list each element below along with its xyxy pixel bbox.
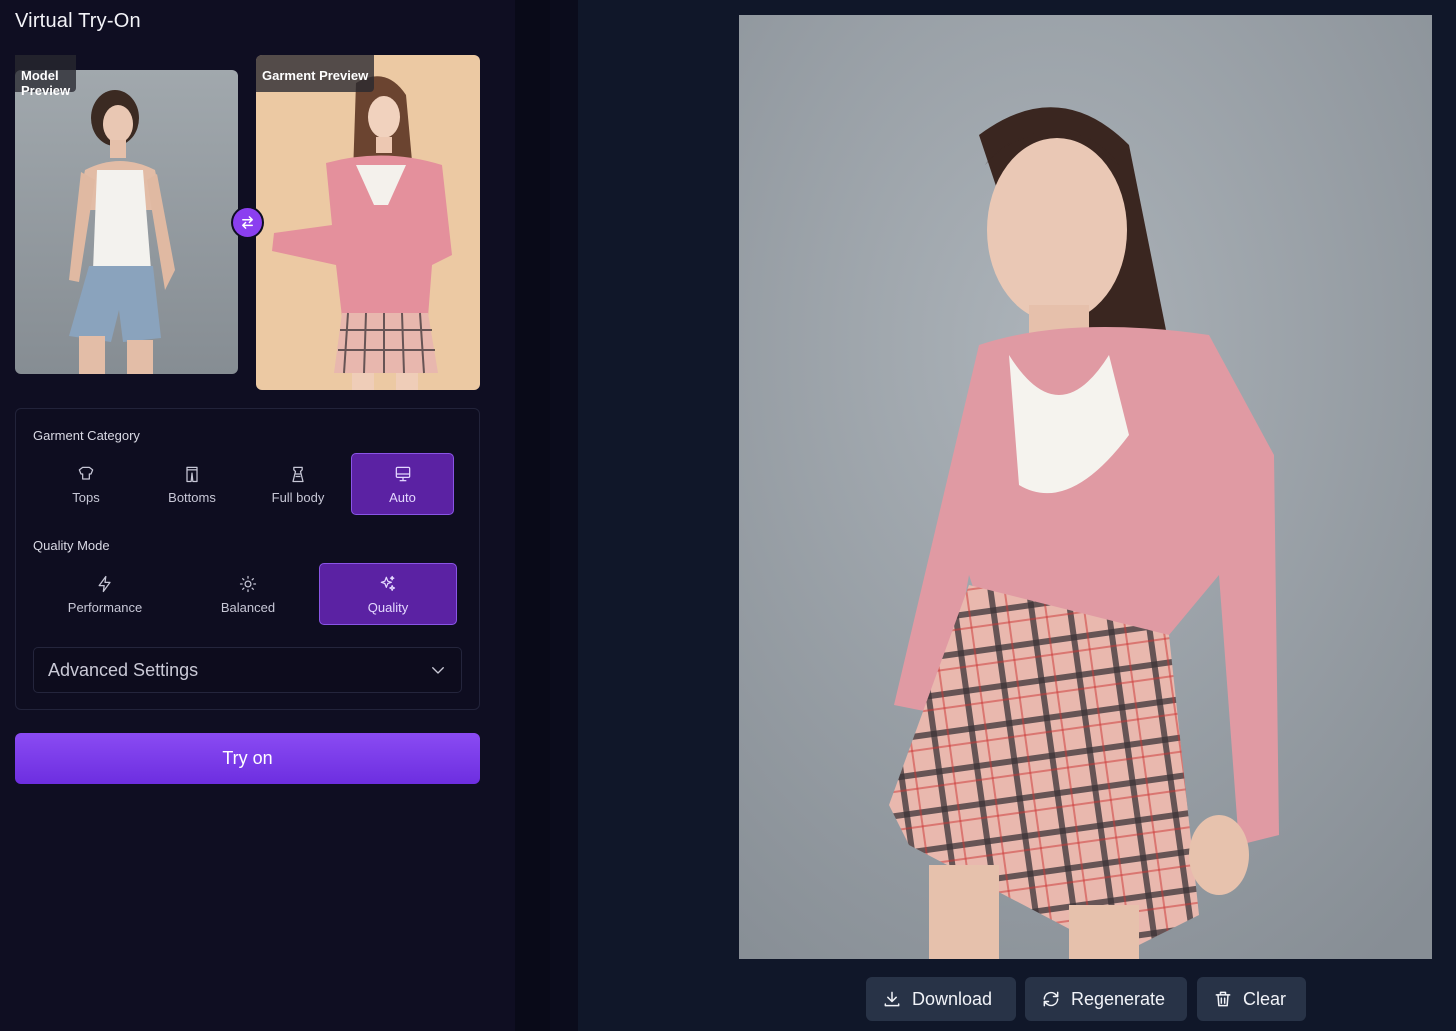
monitor-icon (395, 466, 410, 481)
shirt-icon (78, 466, 94, 480)
category-auto-label: Auto (389, 489, 416, 505)
sparkles-icon (380, 575, 396, 591)
quality-performance-label: Performance (67, 599, 143, 615)
swap-button[interactable] (233, 208, 262, 237)
quality-balanced-label: Balanced (220, 599, 276, 615)
model-preview-label: Model Preview (15, 55, 77, 98)
swap-icon (242, 216, 253, 229)
pants-icon (186, 466, 198, 482)
regenerate-label: Regenerate (1071, 988, 1166, 1009)
quality-balanced[interactable]: Balanced (177, 563, 319, 625)
category-auto[interactable]: Auto (351, 453, 454, 515)
category-full-body-label: Full body (271, 489, 325, 505)
try-on-button[interactable]: Try on (15, 733, 480, 784)
garment-category-label: Garment Category (33, 428, 140, 443)
page-title: Virtual Try-On (15, 10, 141, 32)
control-panel: Virtual Try-On Model Preview Garment Pre… (0, 0, 515, 1031)
quality-mode-label: Quality Mode (33, 538, 110, 553)
result-image (739, 15, 1432, 959)
chevron-down-icon (432, 667, 444, 674)
clear-label: Clear (1243, 988, 1287, 1009)
category-bottoms-label: Bottoms (168, 489, 216, 505)
lightning-icon (98, 575, 111, 592)
category-tops-label: Tops (72, 489, 100, 505)
quality-quality[interactable]: Quality (319, 563, 457, 625)
sun-icon (239, 575, 257, 592)
model-photo (15, 70, 238, 374)
download-button[interactable]: Download (866, 977, 1016, 1021)
advanced-settings-toggle[interactable]: Advanced Settings (33, 647, 462, 693)
panel-divider-strip (550, 0, 578, 1031)
trash-icon (1215, 991, 1231, 1007)
garment-category-options: Tops Bottoms Full body Auto (33, 453, 454, 515)
settings-panel: Garment Category Tops Bottoms Full body (15, 408, 480, 710)
garment-preview-label: Garment Preview (256, 55, 375, 92)
model-preview[interactable] (15, 70, 238, 374)
download-label: Download (912, 988, 993, 1009)
advanced-settings-label: Advanced Settings (48, 659, 199, 680)
category-tops[interactable]: Tops (33, 453, 139, 515)
quality-performance[interactable]: Performance (33, 563, 177, 625)
result-photo (739, 15, 1432, 959)
regenerate-button[interactable]: Regenerate (1025, 977, 1187, 1021)
quality-quality-label: Quality (367, 599, 409, 615)
category-full-body[interactable]: Full body (245, 453, 351, 515)
download-icon (884, 991, 900, 1007)
category-bottoms[interactable]: Bottoms (139, 453, 245, 515)
quality-mode-options: Performance Balanced Quality (33, 563, 457, 625)
refresh-icon (1043, 991, 1059, 1007)
garment-photo (256, 55, 480, 390)
garment-preview[interactable]: Garment Preview (256, 55, 480, 390)
dress-icon (292, 466, 304, 482)
clear-button[interactable]: Clear (1197, 977, 1306, 1021)
